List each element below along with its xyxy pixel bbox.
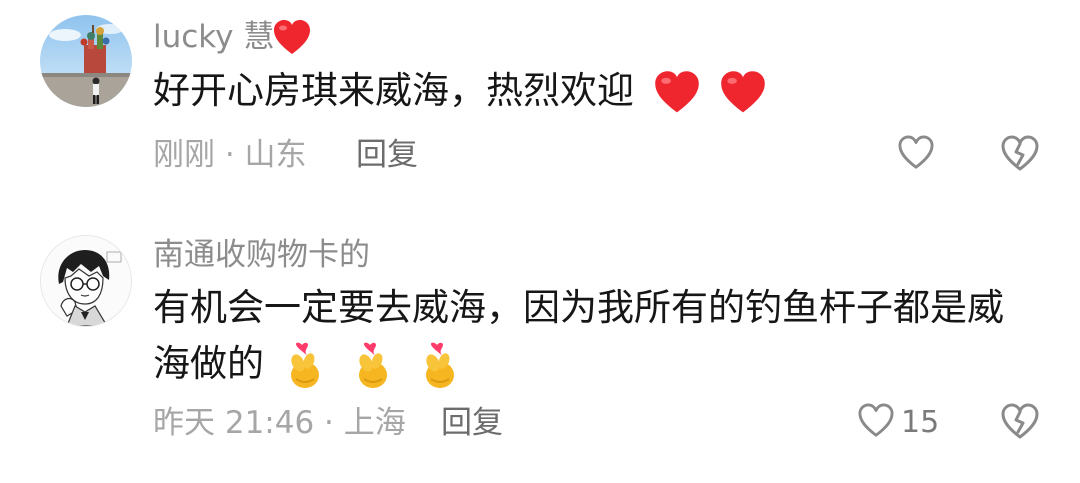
avatar-sketch-icon bbox=[41, 236, 131, 326]
reply-button[interactable]: 回复 bbox=[356, 135, 418, 175]
reply-button[interactable]: 回复 bbox=[441, 403, 503, 443]
broken-heart-icon bbox=[1000, 135, 1040, 177]
comment-text-content: 海做的 bbox=[153, 342, 264, 385]
like-button[interactable]: 15 bbox=[857, 403, 939, 443]
comment-time-location: 昨天 21:46 · 上海 bbox=[153, 405, 406, 441]
avatar-photo-icon bbox=[40, 15, 132, 107]
heart-outline-icon bbox=[897, 135, 935, 175]
comment-text-line-1: 有机会一定要去威海，因为我所有的钓鱼杆子都是威 bbox=[153, 286, 1004, 329]
broken-heart-icon bbox=[1000, 403, 1040, 445]
username[interactable]: 南通收购物卡的 bbox=[153, 235, 370, 275]
username[interactable]: lucky 慧 bbox=[153, 17, 274, 57]
comment-text-content: 好开心房琪来威海，热烈欢迎 bbox=[153, 69, 634, 112]
red-heart-icon bbox=[652, 70, 702, 116]
comment-item: 南通收购物卡的 有机会一定要去威海，因为我所有的钓鱼杆子都是威 海做的 昨天 2… bbox=[0, 215, 1080, 483]
avatar[interactable] bbox=[40, 15, 132, 107]
comment-time-location: 刚刚 · 山东 bbox=[153, 137, 307, 173]
dislike-button[interactable] bbox=[1000, 135, 1040, 175]
comment-list: lucky 慧 好开心房琪来威海，热烈欢迎 刚刚 · 山东 回复 南通收购物卡的… bbox=[0, 0, 1080, 483]
dislike-button[interactable] bbox=[1000, 403, 1040, 443]
red-heart-icon bbox=[718, 70, 768, 116]
comment-text-line-2: 海做的 bbox=[153, 336, 461, 392]
finger-heart-icon bbox=[284, 341, 326, 391]
red-heart-icon bbox=[272, 19, 312, 57]
comment-text: 好开心房琪来威海，热烈欢迎 bbox=[153, 63, 768, 119]
comment-item: lucky 慧 好开心房琪来威海，热烈欢迎 刚刚 · 山东 回复 bbox=[0, 0, 1080, 215]
like-count: 15 bbox=[901, 405, 940, 440]
finger-heart-icon bbox=[419, 341, 461, 391]
like-button[interactable] bbox=[897, 135, 941, 175]
avatar[interactable] bbox=[40, 235, 132, 327]
finger-heart-icon bbox=[352, 341, 394, 391]
heart-outline-icon bbox=[857, 403, 895, 443]
